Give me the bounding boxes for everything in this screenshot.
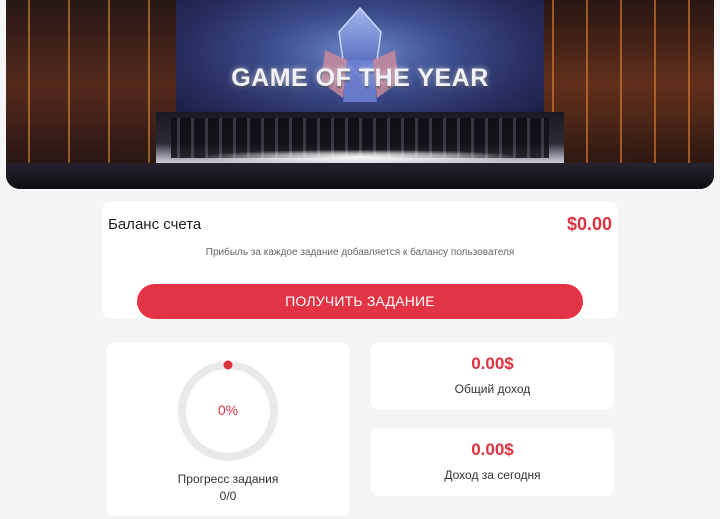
progress-count: 0/0 xyxy=(219,489,237,503)
banner-title: GAME OF THE YEAR xyxy=(231,64,489,92)
total-income-value: 0.00$ xyxy=(471,354,514,373)
progress-ring-knob xyxy=(223,360,233,370)
total-income-card: 0.00$ Общий доход xyxy=(371,342,614,410)
total-income-label: Общий доход xyxy=(454,382,531,396)
progress-percent: 0% xyxy=(217,402,239,418)
today-income-card: 0.00$ Доход за сегодня xyxy=(371,428,614,496)
hero-banner: GAME OF THE YEAR xyxy=(6,0,714,189)
balance-card: Баланс счета $0.00 Прибыль за каждое зад… xyxy=(102,202,618,319)
trophy-icon xyxy=(321,6,399,102)
progress-label: Прогресс задания xyxy=(177,472,279,486)
today-income-value: 0.00$ xyxy=(471,440,514,459)
balance-label: Баланс счета xyxy=(108,216,202,233)
today-income-label: Доход за сегодня xyxy=(444,468,541,482)
progress-card: 0% Прогресс задания 0/0 xyxy=(107,342,349,516)
balance-value: $0.00 xyxy=(566,214,612,234)
stage-floor xyxy=(6,163,714,189)
balance-note: Прибыль за каждое задание добавляется к … xyxy=(205,247,515,258)
get-task-button[interactable]: ПОЛУЧИТЬ ЗАДАНИЕ xyxy=(137,284,583,319)
stage-lights xyxy=(206,150,514,164)
